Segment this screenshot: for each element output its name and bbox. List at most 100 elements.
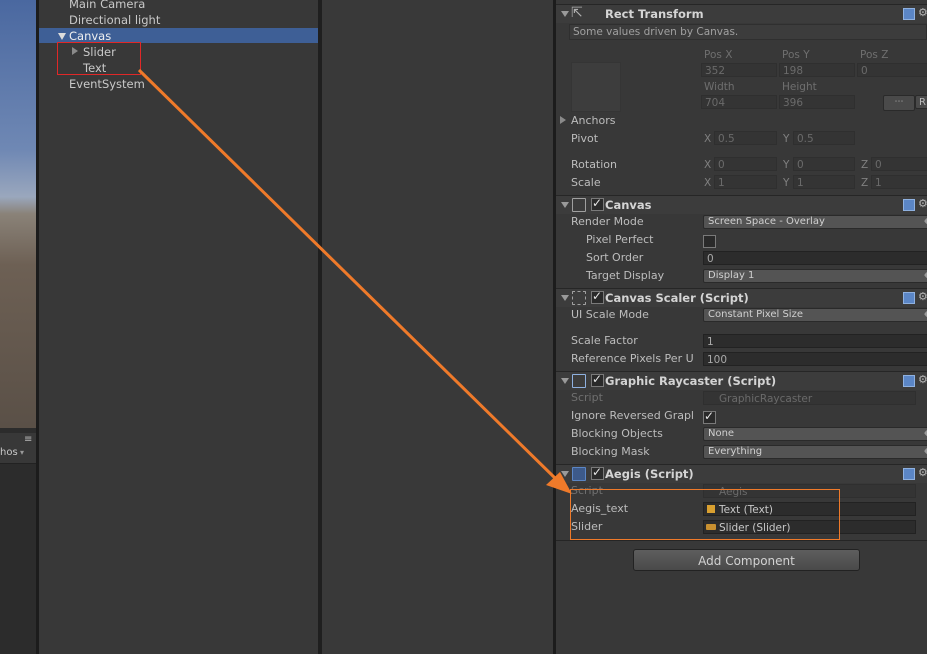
pos-z-field: 0 [857,63,927,77]
gear-icon[interactable]: ⚙ [918,290,927,303]
blocking-mask-dropdown[interactable]: Everything [703,445,927,459]
dropdown-arrow-icon: ▾ [20,448,25,457]
x-label: X [704,159,712,171]
aegis-enabled-checkbox[interactable] [591,465,604,480]
pivot-label: Pivot [571,132,599,145]
gear-icon[interactable]: ⚙ [918,6,927,19]
ignore-reversed-checkbox[interactable] [703,409,716,424]
component-title: Canvas [605,198,652,212]
scale-x-field: 1 [714,175,777,189]
gear-icon[interactable]: ⚙ [918,373,927,386]
z-label: Z [861,159,869,171]
scene-view[interactable] [0,0,36,428]
rect-transform-header[interactable]: ⇱ Rect Transform ⚙ [556,4,927,23]
canvas-icon [572,198,586,212]
rotation-label: Rotation [571,158,618,171]
rect-transform-icon: ⇱ [571,5,583,21]
scale-factor-field[interactable]: 1 [703,334,927,348]
blocking-objects-dropdown[interactable]: None [703,427,927,441]
script-icon [572,467,586,481]
aegis-header[interactable]: Aegis (Script) ⚙ [556,464,927,483]
component-title: Aegis (Script) [605,467,694,481]
render-mode-label: Render Mode [571,215,644,228]
hierarchy-item-directional-light[interactable]: Directional light [69,12,160,28]
width-field: 704 [701,95,777,109]
ignore-reversed-label: Ignore Reversed Grapl [571,409,694,422]
pixel-perfect-label: Pixel Perfect [586,233,654,246]
sort-order-label: Sort Order [586,251,644,264]
pivot-y-field: 0.5 [793,131,855,145]
menu-icon[interactable]: ≡ [24,434,32,445]
blueprint-button[interactable]: ⋯ [883,95,915,111]
raycaster-icon [572,374,586,388]
add-component-button[interactable]: Add Component [633,549,860,571]
scale-y-field: 1 [793,175,855,189]
anchor-presets-button[interactable] [571,62,621,112]
expand-arrow-icon[interactable] [58,33,66,40]
blocking-objects-label: Blocking Objects [571,427,663,440]
canvas-scaler-enabled-checkbox[interactable] [591,289,604,304]
pos-x-label: Pos X [704,49,733,61]
empty-panel [322,0,553,654]
canvas-enabled-checkbox[interactable] [591,196,604,211]
fold-arrow-icon[interactable] [561,378,569,384]
rotation-z-field: 0 [871,157,927,171]
gear-icon[interactable]: ⚙ [918,197,927,210]
help-icon[interactable] [903,468,915,480]
help-icon[interactable] [903,199,915,211]
pixel-perfect-checkbox[interactable] [703,235,716,248]
graphic-raycaster-header[interactable]: Graphic Raycaster (Script) ⚙ [556,371,927,390]
divider [556,540,927,541]
hierarchy-item-main-camera[interactable]: Main Camera [69,0,145,12]
canvas-scaler-icon [572,291,586,305]
help-icon[interactable] [903,375,915,387]
width-label: Width [704,81,735,93]
anchors-expand-icon[interactable] [560,116,566,124]
fold-arrow-icon[interactable] [561,11,569,17]
fold-arrow-icon[interactable] [561,295,569,301]
fold-arrow-icon[interactable] [561,202,569,208]
annotation-red-box [57,42,141,75]
ui-scale-mode-dropdown[interactable]: Constant Pixel Size [703,308,927,322]
canvas-header[interactable]: Canvas ⚙ [556,195,927,214]
blocking-mask-label: Blocking Mask [571,445,650,458]
scale-factor-label: Scale Factor [571,334,638,347]
z-label: Z [861,177,869,189]
annotation-orange-box [570,489,840,540]
driven-note: Some values driven by Canvas. [569,24,927,40]
script-field: GraphicRaycaster [703,391,916,405]
rotation-y-field: 0 [793,157,855,171]
hierarchy-item-eventsystem[interactable]: EventSystem [69,76,145,92]
graphic-raycaster-enabled-checkbox[interactable] [591,372,604,387]
height-field: 396 [779,95,855,109]
fold-arrow-icon[interactable] [561,471,569,477]
raw-edit-button[interactable]: R [915,95,927,109]
y-label: Y [783,159,790,171]
component-title: Graphic Raycaster (Script) [605,374,777,388]
scale-label: Scale [571,176,601,189]
x-label: X [704,133,712,145]
sort-order-field[interactable]: 0 [703,251,927,265]
pos-z-label: Pos Z [860,49,889,61]
gear-icon[interactable]: ⚙ [918,466,927,479]
pos-x-field: 352 [701,63,777,77]
script-label: Script [571,391,603,404]
rotation-x-field: 0 [714,157,777,171]
help-icon[interactable] [903,8,915,20]
scale-z-field: 1 [871,175,927,189]
scene-toolbar: ≡ hos ▾ [0,433,36,464]
component-title: Canvas Scaler (Script) [605,291,749,305]
ui-scale-mode-label: UI Scale Mode [571,308,649,321]
hierarchy-panel: Main Camera Directional light Canvas Sli… [39,0,318,654]
target-display-dropdown[interactable]: Display 1 [703,269,927,283]
pos-y-field: 198 [779,63,855,77]
gizmos-dropdown[interactable]: hos [0,447,18,458]
component-title: Rect Transform [605,7,704,21]
target-display-label: Target Display [586,269,665,282]
canvas-scaler-header[interactable]: Canvas Scaler (Script) ⚙ [556,288,927,307]
render-mode-dropdown[interactable]: Screen Space - Overlay [703,215,927,229]
pivot-x-field: 0.5 [714,131,777,145]
help-icon[interactable] [903,292,915,304]
reference-pixels-field[interactable]: 100 [703,352,927,366]
anchors-label[interactable]: Anchors [571,114,616,127]
